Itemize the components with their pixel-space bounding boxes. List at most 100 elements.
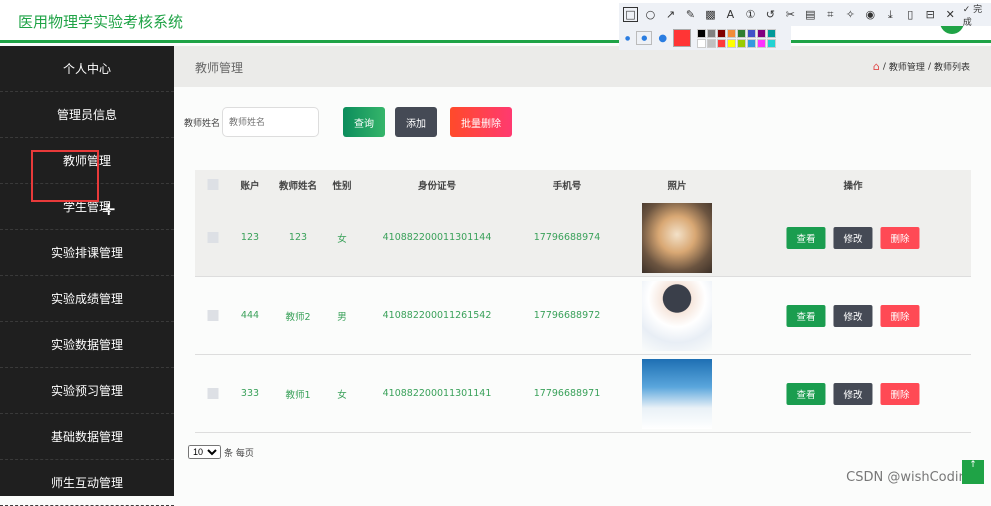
col-phone: 手机号 xyxy=(552,180,582,192)
download-icon[interactable]: ⤓ xyxy=(883,8,898,22)
account: 123 xyxy=(240,232,260,243)
col-gender: 性别 xyxy=(332,180,352,192)
color-swatch[interactable] xyxy=(737,38,747,48)
gender: 女 xyxy=(337,233,347,245)
ocr-icon[interactable]: ▤ xyxy=(803,8,818,21)
mosaic-tool-icon[interactable]: ▩ xyxy=(703,8,718,21)
page-title: 教师管理 xyxy=(195,61,244,75)
row-checkbox[interactable] xyxy=(207,310,219,321)
record-icon[interactable]: ◉ xyxy=(863,8,878,21)
size-medium-icon[interactable]: ● xyxy=(636,31,653,45)
color-swatch[interactable] xyxy=(697,38,707,48)
phone: 17796688972 xyxy=(533,310,601,321)
col-id: 身份证号 xyxy=(417,180,457,192)
search-bar: 教师姓名 查询 添加 批量删除 xyxy=(184,107,513,137)
current-color-swatch[interactable] xyxy=(673,29,692,47)
arrow-tool-icon[interactable]: ↗ xyxy=(663,8,678,21)
color-palette: ● ● ● xyxy=(619,26,791,50)
table-row: 333 教师1 女 410882200011301141 17796688971… xyxy=(195,355,971,433)
account: 444 xyxy=(240,310,260,321)
row-checkbox[interactable] xyxy=(207,232,219,243)
color-swatch[interactable] xyxy=(757,28,767,38)
gender: 女 xyxy=(337,389,347,401)
number-tool-icon[interactable]: ① xyxy=(743,8,758,21)
id-number: 410882200011301141 xyxy=(382,388,492,399)
color-swatch[interactable] xyxy=(707,38,717,48)
batch-delete-button[interactable]: 批量删除 xyxy=(450,107,513,137)
breadcrumb-item: 教师列表 xyxy=(933,63,970,73)
delete-button[interactable]: 删除 xyxy=(880,382,920,405)
col-actions: 操作 xyxy=(843,180,863,192)
color-swatches xyxy=(697,28,777,48)
edit-button[interactable]: 修改 xyxy=(833,382,873,405)
rectangle-tool-icon[interactable]: □ xyxy=(623,7,638,22)
view-button[interactable]: 查看 xyxy=(786,226,826,249)
undo-icon[interactable]: ↺ xyxy=(763,8,778,21)
text-tool-icon[interactable]: A xyxy=(723,8,738,21)
edit-button[interactable]: 修改 xyxy=(833,304,873,327)
crosshair-cursor-icon: ✛ xyxy=(102,200,116,219)
color-swatch[interactable] xyxy=(707,28,717,38)
sidebar-item-schedule[interactable]: 实验排课管理 xyxy=(0,230,174,276)
color-swatch[interactable] xyxy=(737,28,747,38)
close-icon[interactable]: ✕ xyxy=(943,8,958,21)
pagination: 10 条 每页 xyxy=(188,445,254,459)
edit-button[interactable]: 修改 xyxy=(833,226,873,249)
breadcrumb-item[interactable]: 教师管理 xyxy=(889,60,925,73)
color-swatch[interactable] xyxy=(757,38,767,48)
size-large-icon[interactable]: ● xyxy=(658,33,667,44)
pin-icon[interactable]: ✧ xyxy=(843,8,858,21)
color-swatch[interactable] xyxy=(697,28,707,38)
row-checkbox[interactable] xyxy=(207,388,219,399)
scan-icon[interactable]: ⌗ xyxy=(823,8,838,22)
select-all-checkbox[interactable] xyxy=(207,179,219,190)
size-small-icon[interactable]: ● xyxy=(625,35,630,42)
query-button[interactable]: 查询 xyxy=(343,107,386,137)
sidebar-item-preview[interactable]: 实验预习管理 xyxy=(0,368,174,414)
teacher-photo xyxy=(642,358,712,429)
home-icon[interactable]: ⌂ xyxy=(873,60,880,73)
color-swatch[interactable] xyxy=(747,28,757,38)
back-to-top-button[interactable]: ↑ xyxy=(962,460,984,484)
table-header: 账户 教师姓名 性别 身份证号 手机号 照片 操作 xyxy=(195,170,971,199)
crop-icon[interactable]: ✂ xyxy=(783,8,798,21)
sidebar: 个人中心 管理员信息 教师管理 学生管理 实验排课管理 实验成绩管理 实验数据管… xyxy=(0,46,174,506)
id-number: 410882200011301144 xyxy=(382,232,492,243)
view-button[interactable]: 查看 xyxy=(786,304,826,327)
color-swatch[interactable] xyxy=(767,38,777,48)
gender: 男 xyxy=(337,311,347,323)
screenshot-toolbar: □ ○ ↗ ✎ ▩ A ① ↺ ✂ ▤ ⌗ ✧ ◉ ⤓ ▯ ⊟ ✕ ✓ 完成 xyxy=(619,2,991,28)
teacher-name: 123 xyxy=(288,232,308,243)
delete-button[interactable]: 删除 xyxy=(880,226,920,249)
breadcrumb-bar: 教师管理 ⌂ / 教师管理 / 教师列表 xyxy=(174,46,991,87)
watermark: CSDN @wishCoding xyxy=(846,470,975,485)
delete-button[interactable]: 删除 xyxy=(880,304,920,327)
color-swatch[interactable] xyxy=(717,28,727,38)
color-swatch[interactable] xyxy=(767,28,777,38)
color-swatch[interactable] xyxy=(727,38,737,48)
teacher-name-input[interactable] xyxy=(222,107,320,137)
sidebar-item-basic-data[interactable]: 基础数据管理 xyxy=(0,414,174,460)
add-button[interactable]: 添加 xyxy=(395,107,438,137)
sidebar-item-interaction[interactable]: 师生互动管理 xyxy=(0,460,174,506)
sidebar-item-profile[interactable]: 个人中心 xyxy=(0,46,174,92)
pencil-tool-icon[interactable]: ✎ xyxy=(683,8,698,21)
sidebar-item-admin[interactable]: 管理员信息 xyxy=(0,92,174,138)
table-row: 123 123 女 410882200011301144 17796688974… xyxy=(195,199,971,277)
annotation-rectangle xyxy=(31,150,99,202)
save-icon[interactable]: ▯ xyxy=(903,8,918,21)
view-button[interactable]: 查看 xyxy=(786,382,826,405)
color-swatch[interactable] xyxy=(747,38,757,48)
color-swatch[interactable] xyxy=(717,38,727,48)
sidebar-item-data[interactable]: 实验数据管理 xyxy=(0,322,174,368)
teacher-photo xyxy=(642,202,712,273)
main-content: 教师管理 ⌂/ 教师管理/ 教师列表 教师姓名 查询 添加 批量删除 账户 教师… xyxy=(174,46,991,496)
ellipse-tool-icon[interactable]: ○ xyxy=(643,8,658,21)
done-button[interactable]: ✓ 完成 xyxy=(963,2,991,28)
page-size-select[interactable]: 10 xyxy=(188,445,221,459)
color-swatch[interactable] xyxy=(727,28,737,38)
sidebar-item-scores[interactable]: 实验成绩管理 xyxy=(0,276,174,322)
account: 333 xyxy=(240,388,260,399)
bookmark-icon[interactable]: ⊟ xyxy=(923,8,938,21)
teacher-name: 教师2 xyxy=(285,311,311,323)
